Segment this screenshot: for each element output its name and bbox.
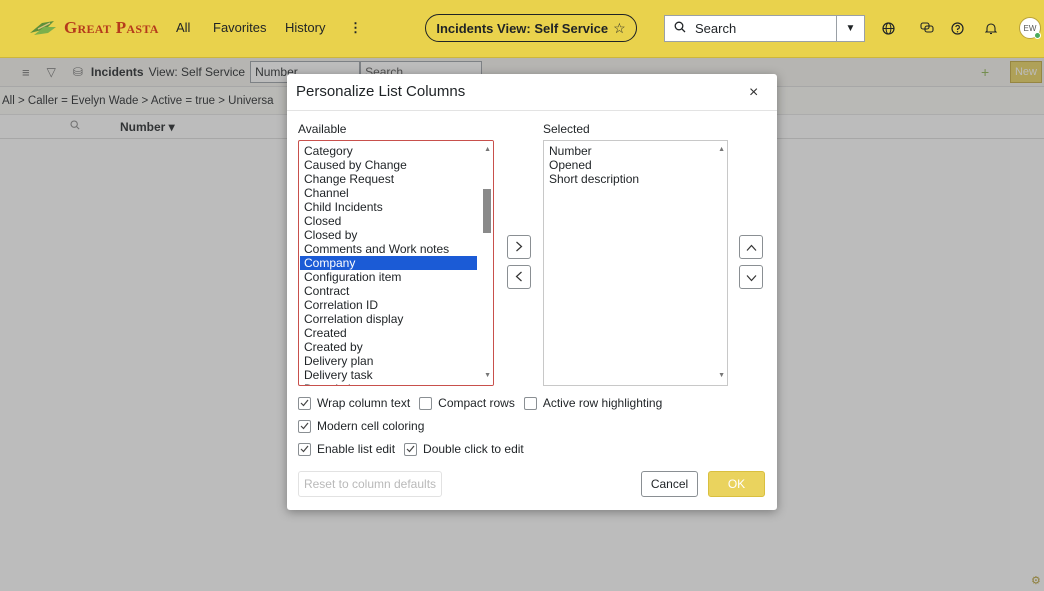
available-option[interactable]: Correlation display xyxy=(300,312,477,326)
double-click-to-edit-label[interactable]: Double click to edit xyxy=(423,442,524,456)
dialog-title: Personalize List Columns xyxy=(296,83,466,100)
options-row-2: Modern cell coloring xyxy=(298,419,433,433)
presence-indicator xyxy=(1034,32,1041,39)
nav-more-button[interactable]: ⋮ xyxy=(349,20,362,36)
available-option[interactable]: Child Incidents xyxy=(300,200,477,214)
search-dropdown-icon[interactable]: ▼ xyxy=(836,16,864,41)
nav-all[interactable]: All xyxy=(176,20,190,35)
remove-column-button[interactable] xyxy=(507,265,531,289)
nav-history[interactable]: History xyxy=(285,20,325,35)
available-option[interactable]: Comments and Work notes xyxy=(300,242,477,256)
wrap-column-text-label[interactable]: Wrap column text xyxy=(317,396,410,410)
global-search[interactable]: Search ▼ xyxy=(664,15,865,42)
chevron-up-icon xyxy=(746,240,757,255)
chat-icon[interactable] xyxy=(918,19,936,37)
available-option[interactable]: Contract xyxy=(300,284,477,298)
selected-label: Selected xyxy=(543,122,590,136)
close-icon[interactable]: × xyxy=(749,84,758,102)
compact-rows-label[interactable]: Compact rows xyxy=(438,396,515,410)
enable-list-edit-label[interactable]: Enable list edit xyxy=(317,442,395,456)
scroll-up-icon[interactable]: ▲ xyxy=(484,143,491,157)
available-option[interactable]: Description xyxy=(300,382,477,385)
brand-logo[interactable]: Great Pasta xyxy=(28,16,159,40)
selected-scrollbar[interactable]: ▲ ▼ xyxy=(715,141,727,385)
available-option[interactable]: Caused by Change xyxy=(300,158,477,172)
move-up-button[interactable] xyxy=(739,235,763,259)
brand-name: Great Pasta xyxy=(64,18,159,37)
scroll-down-icon[interactable]: ▼ xyxy=(718,369,725,383)
available-columns-items: Category Caused by Change Change Request Ch… xyxy=(300,144,477,385)
modern-cell-coloring-checkbox[interactable] xyxy=(298,419,311,433)
ok-button[interactable]: OK xyxy=(708,471,765,497)
compact-rows-checkbox[interactable] xyxy=(419,396,433,410)
chevron-right-icon xyxy=(515,240,523,255)
enable-list-edit-checkbox[interactable] xyxy=(298,442,311,456)
top-header: Great Pasta All Favorites History ⋮ Inci… xyxy=(0,0,1044,58)
scroll-down-icon[interactable]: ▼ xyxy=(484,369,491,383)
available-option[interactable]: Company xyxy=(300,256,477,270)
help-icon[interactable] xyxy=(948,19,966,37)
context-label: Incidents View: Self Service xyxy=(436,20,609,36)
available-option[interactable]: Category xyxy=(300,144,477,158)
move-down-button[interactable] xyxy=(739,265,763,289)
scroll-thumb[interactable] xyxy=(483,189,491,233)
selected-option[interactable]: Number xyxy=(545,144,711,158)
bell-icon[interactable] xyxy=(982,19,1000,37)
wrap-column-text-checkbox[interactable] xyxy=(298,396,311,410)
available-option[interactable]: Configuration item xyxy=(300,270,477,284)
cancel-button[interactable]: Cancel xyxy=(641,471,698,497)
available-option[interactable]: Created xyxy=(300,326,477,340)
selected-columns-list[interactable]: Number Opened Short description ▲ ▼ xyxy=(543,140,728,386)
available-label: Available xyxy=(298,122,347,136)
modern-cell-coloring-label[interactable]: Modern cell coloring xyxy=(317,419,424,433)
selected-columns-items: Number Opened Short description xyxy=(545,144,711,186)
available-columns-list[interactable]: Category Caused by Change Change Request Ch… xyxy=(298,140,494,386)
personalize-columns-dialog: Personalize List Columns × Available Sel… xyxy=(287,74,777,510)
search-icon xyxy=(669,21,691,36)
available-option[interactable]: Delivery task xyxy=(300,368,477,382)
selected-option[interactable]: Opened xyxy=(545,158,711,172)
selected-option[interactable]: Short description xyxy=(545,172,711,186)
scroll-up-icon[interactable]: ▲ xyxy=(718,143,725,157)
active-row-highlighting-checkbox[interactable] xyxy=(523,396,537,410)
globe-icon[interactable] xyxy=(879,19,897,37)
available-scrollbar[interactable]: ▲ ▼ xyxy=(481,141,493,385)
options-row-3: Enable list edit Double click to edit xyxy=(298,442,533,456)
double-click-to-edit-checkbox[interactable] xyxy=(404,442,418,456)
chevron-left-icon xyxy=(515,270,523,285)
dialog-divider xyxy=(287,110,777,111)
add-column-button[interactable] xyxy=(507,235,531,259)
reset-column-defaults-button[interactable]: Reset to column defaults xyxy=(298,471,442,497)
star-icon[interactable]: ☆ xyxy=(613,20,626,37)
global-search-input[interactable]: Search xyxy=(695,21,836,36)
available-option[interactable]: Created by xyxy=(300,340,477,354)
nav-favorites[interactable]: Favorites xyxy=(213,20,266,35)
chevron-down-icon xyxy=(746,270,757,285)
options-row-1: Wrap column text Compact rows Active row… xyxy=(298,396,671,410)
pasta-icon xyxy=(30,21,56,35)
available-option[interactable]: Closed xyxy=(300,214,477,228)
available-option[interactable]: Delivery plan xyxy=(300,354,477,368)
active-row-highlighting-label[interactable]: Active row highlighting xyxy=(543,396,662,410)
available-option[interactable]: Channel xyxy=(300,186,477,200)
available-option[interactable]: Correlation ID xyxy=(300,298,477,312)
available-option[interactable]: Change Request xyxy=(300,172,477,186)
context-pill[interactable]: Incidents View: Self Service ☆ xyxy=(425,14,637,42)
available-option[interactable]: Closed by xyxy=(300,228,477,242)
